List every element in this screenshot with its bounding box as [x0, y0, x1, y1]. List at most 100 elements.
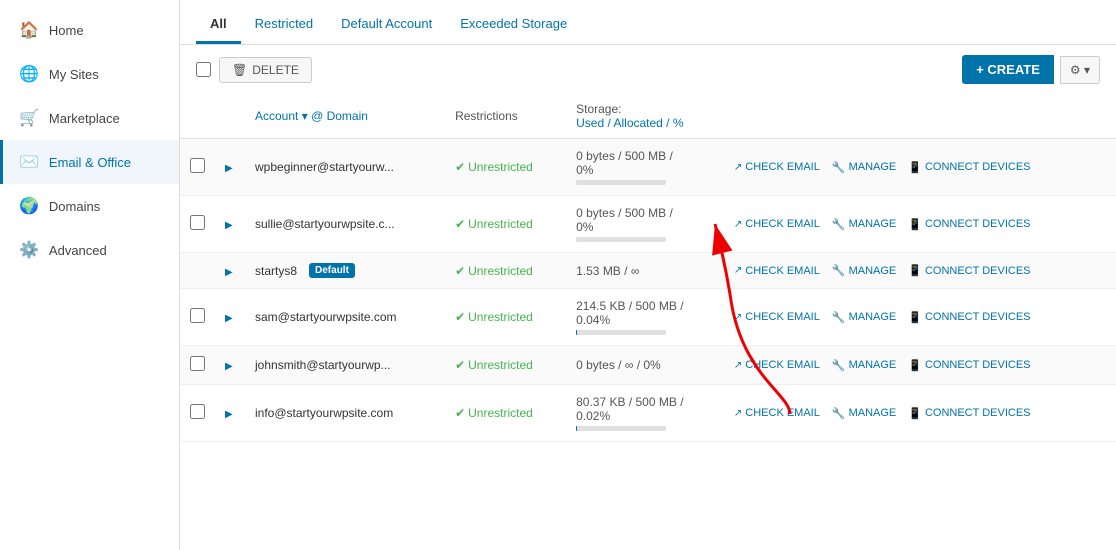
checkbox-col-header — [180, 94, 215, 139]
expand-arrow-row2[interactable]: ▶ — [225, 220, 233, 231]
sidebar-label-advanced: Advanced — [49, 243, 107, 258]
sidebar-item-domains[interactable]: 🌍Domains — [0, 184, 179, 228]
check-email-link-row2[interactable]: ↗ CHECK EMAIL — [734, 218, 820, 230]
manage-link-row2[interactable]: 🔧 MANAGE — [832, 218, 896, 231]
connect-devices-link-row3[interactable]: 📱 CONNECT DEVICES — [908, 264, 1030, 277]
account-sort-link[interactable]: Account ▾ @ Domain — [255, 109, 368, 123]
manage-link-row6[interactable]: 🔧 MANAGE — [832, 407, 896, 420]
phone-icon: 📱 — [908, 218, 922, 231]
email-table-wrapper: Account ▾ @ Domain Restrictions Storage:… — [180, 94, 1116, 442]
tab-default-account[interactable]: Default Account — [327, 10, 446, 44]
check-icon-row6: ✔ — [455, 406, 465, 420]
storage-pct-row2: 0% — [576, 220, 714, 234]
storage-text-row5: 0 bytes / ∞ / 0% — [576, 358, 714, 372]
restriction-row1: ✔Unrestricted — [455, 160, 556, 174]
check-email-link-row4[interactable]: ↗ CHECK EMAIL — [734, 311, 820, 323]
delete-label: DELETE — [252, 63, 299, 77]
sidebar-icon-my-sites: 🌐 — [19, 64, 39, 84]
delete-button[interactable]: 🗑 DELETE — [219, 57, 312, 83]
manage-link-row3[interactable]: 🔧 MANAGE — [832, 264, 896, 277]
expand-arrow-row4[interactable]: ▶ — [225, 313, 233, 324]
actions-col-header — [724, 94, 1116, 139]
storage-bar-row4 — [576, 330, 666, 335]
sidebar-item-advanced[interactable]: ⚙️ Advanced — [0, 228, 179, 272]
connect-devices-link-row1[interactable]: 📱 CONNECT DEVICES — [908, 161, 1030, 174]
table-row: ▶startys8Default✔Unrestricted1.53 MB / ∞… — [180, 253, 1116, 289]
connect-devices-link-row4[interactable]: 📱 CONNECT DEVICES — [908, 311, 1030, 324]
restriction-row3: ✔Unrestricted — [455, 264, 556, 278]
sidebar-item-my-sites[interactable]: 🌐 My Sites — [0, 52, 179, 96]
table-row: ▶wpbeginner@startyourw...✔Unrestricted0 … — [180, 139, 1116, 196]
connect-devices-link-row2[interactable]: 📱 CONNECT DEVICES — [908, 218, 1030, 231]
sidebar-icon-home: 🏠 — [19, 20, 39, 40]
check-icon-row2: ✔ — [455, 217, 465, 231]
toolbar: 🗑 DELETE + CREATE ⚙ ▾ — [180, 45, 1116, 94]
storage-text-row1: 0 bytes / 500 MB / — [576, 149, 714, 163]
connect-devices-link-row6[interactable]: 📱 CONNECT DEVICES — [908, 407, 1030, 420]
toolbar-left: 🗑 DELETE — [196, 57, 312, 83]
sidebar-label-my-sites: My Sites — [49, 67, 99, 82]
storage-text-row3: 1.53 MB / ∞ — [576, 264, 714, 278]
table-header: Account ▾ @ Domain Restrictions Storage:… — [180, 94, 1116, 139]
sidebar-item-home[interactable]: 🏠Home — [0, 8, 179, 52]
connect-devices-link-row5[interactable]: 📱 CONNECT DEVICES — [908, 359, 1030, 372]
tab-restricted[interactable]: Restricted — [241, 10, 328, 44]
select-all-checkbox[interactable] — [196, 62, 211, 77]
create-button[interactable]: + CREATE — [962, 55, 1054, 84]
storage-col-header: Storage: Used / Allocated / % — [566, 94, 724, 139]
phone-icon: 📱 — [908, 264, 922, 277]
sidebar-item-marketplace[interactable]: 🛒Marketplace — [0, 96, 179, 140]
storage-pct-row4: 0.04% — [576, 313, 714, 327]
restriction-row6: ✔Unrestricted — [455, 406, 556, 420]
sidebar-icon-advanced: ⚙️ — [19, 240, 39, 260]
sidebar-label-domains: Domains — [49, 199, 100, 214]
storage-bar-row2 — [576, 237, 666, 242]
account-name-row6: info@startyourwpsite.com — [255, 406, 393, 420]
row-checkbox-row5[interactable] — [190, 356, 205, 371]
actions-cell-row5: ↗ CHECK EMAIL 🔧 MANAGE 📱 CONNECT DEVICES — [734, 359, 1106, 372]
manage-link-row5[interactable]: 🔧 MANAGE — [832, 359, 896, 372]
trash-icon: 🗑 — [232, 63, 247, 77]
sidebar: 🏠Home 🌐 My Sites 🛒Marketplace ✉️ Email & Offi… — [0, 0, 180, 550]
wrench-icon: 🔧 — [832, 407, 846, 420]
storage-bar-row1 — [576, 180, 666, 185]
check-icon-row5: ✔ — [455, 358, 465, 372]
row-checkbox-row6[interactable] — [190, 404, 205, 419]
expand-arrow-row5[interactable]: ▶ — [225, 361, 233, 372]
restriction-row5: ✔Unrestricted — [455, 358, 556, 372]
manage-link-row1[interactable]: 🔧 MANAGE — [832, 161, 896, 174]
wrench-icon: 🔧 — [832, 264, 846, 277]
account-name-row3: startys8 — [255, 264, 297, 278]
expand-arrow-row3[interactable]: ▶ — [225, 267, 233, 278]
expand-arrow-row6[interactable]: ▶ — [225, 409, 233, 420]
sidebar-icon-email-office: ✉️ — [19, 152, 39, 172]
storage-text-row6: 80.37 KB / 500 MB / — [576, 395, 714, 409]
row-checkbox-row4[interactable] — [190, 308, 205, 323]
main-content: AllRestrictedDefault AccountExceeded Sto… — [180, 0, 1116, 550]
check-email-link-row1[interactable]: ↗ CHECK EMAIL — [734, 161, 820, 173]
row-checkbox-row2[interactable] — [190, 215, 205, 230]
actions-cell-row2: ↗ CHECK EMAIL 🔧 MANAGE 📱 CONNECT DEVICES — [734, 218, 1106, 231]
expand-arrow-row1[interactable]: ▶ — [225, 163, 233, 174]
check-email-link-row5[interactable]: ↗ CHECK EMAIL — [734, 359, 820, 371]
sidebar-item-email-office[interactable]: ✉️ Email & Office — [0, 140, 179, 184]
manage-link-row4[interactable]: 🔧 MANAGE — [832, 311, 896, 324]
external-link-icon: ↗ — [734, 219, 742, 230]
check-icon-row3: ✔ — [455, 264, 465, 278]
gear-icon: ⚙ ▾ — [1070, 63, 1090, 77]
row-checkbox-row1[interactable] — [190, 158, 205, 173]
check-icon-row4: ✔ — [455, 310, 465, 324]
account-col-header: Account ▾ @ Domain — [245, 94, 445, 139]
storage-text-row4: 214.5 KB / 500 MB / — [576, 299, 714, 313]
check-email-link-row3[interactable]: ↗ CHECK EMAIL — [734, 265, 820, 277]
sidebar-label-marketplace: Marketplace — [49, 111, 120, 126]
gear-button[interactable]: ⚙ ▾ — [1060, 56, 1100, 84]
external-link-icon: ↗ — [734, 312, 742, 323]
actions-cell-row6: ↗ CHECK EMAIL 🔧 MANAGE 📱 CONNECT DEVICES — [734, 407, 1106, 420]
tab-all[interactable]: All — [196, 10, 241, 44]
check-email-link-row6[interactable]: ↗ CHECK EMAIL — [734, 407, 820, 419]
tab-exceeded-storage[interactable]: Exceeded Storage — [446, 10, 581, 44]
sidebar-label-email-office: Email & Office — [49, 155, 131, 170]
external-link-icon: ↗ — [734, 162, 742, 173]
table-row: ▶sullie@startyourwpsite.c...✔Unrestricte… — [180, 196, 1116, 253]
